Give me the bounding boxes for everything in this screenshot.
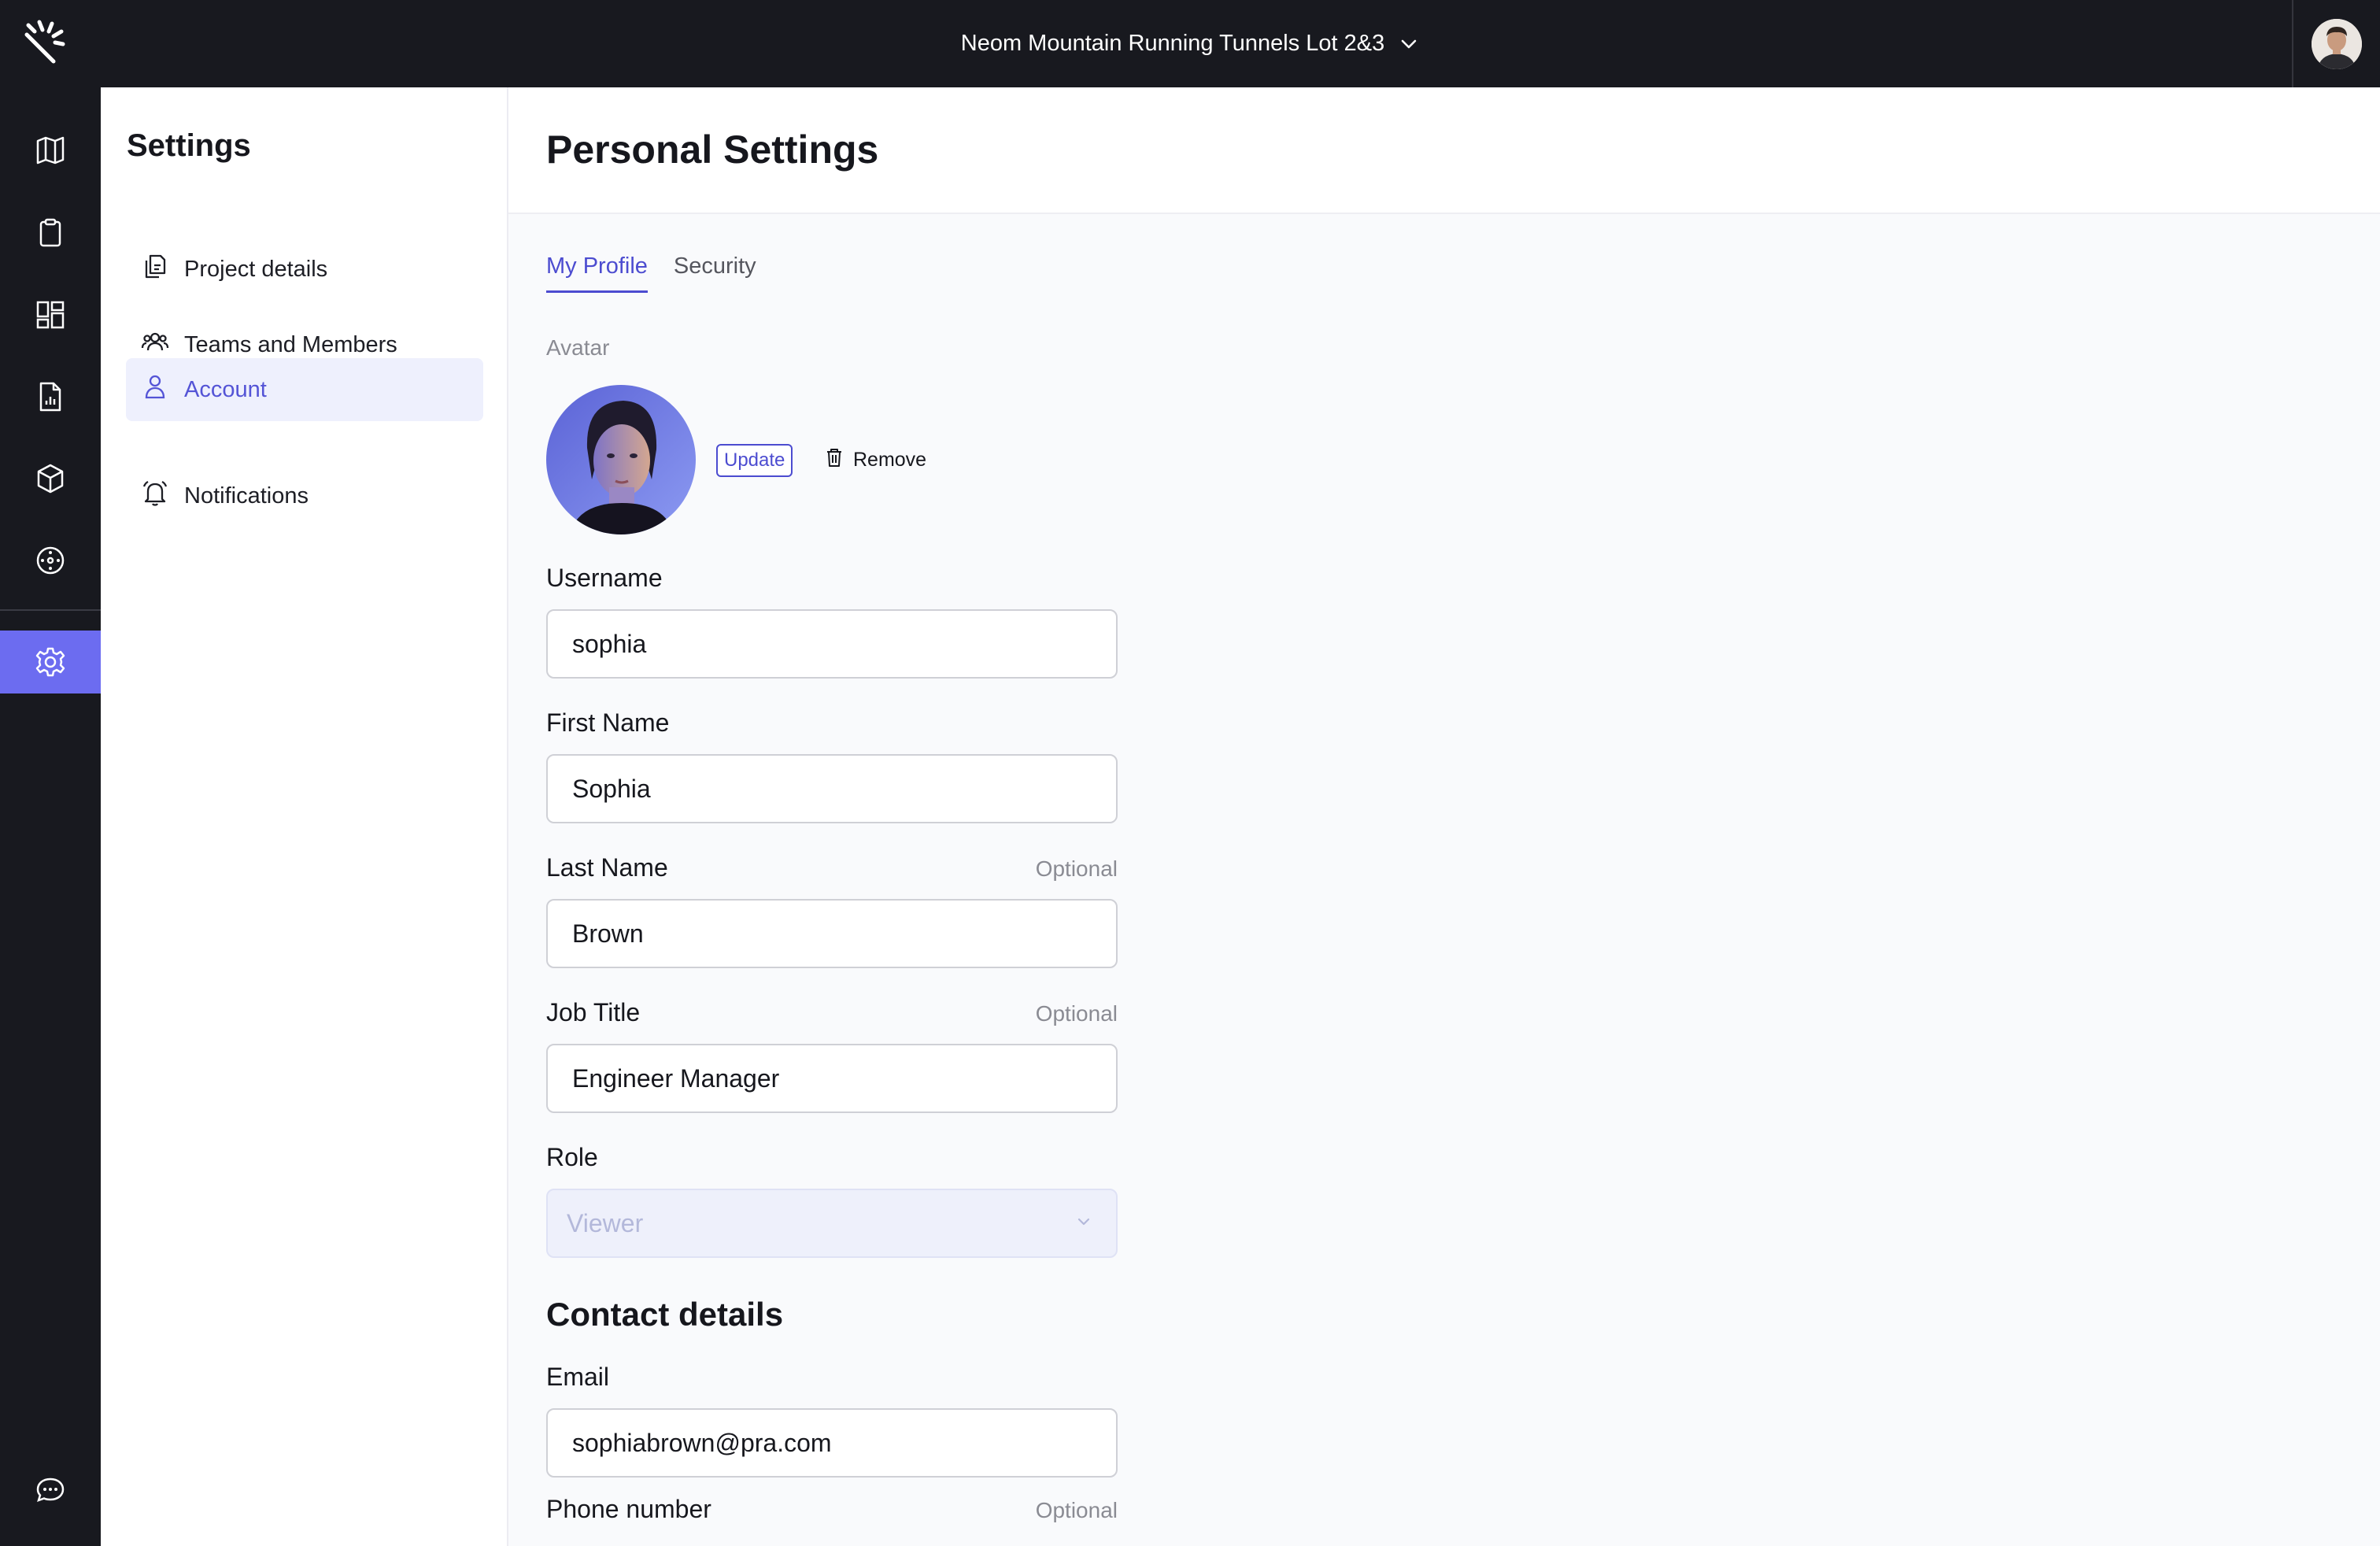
- first-name-field-group: First Name Sophia: [546, 708, 1118, 823]
- settings-title: Settings: [127, 128, 251, 163]
- tab-my-profile[interactable]: My Profile: [546, 253, 648, 293]
- target-icon[interactable]: [0, 529, 101, 592]
- role-label: Role: [546, 1143, 598, 1171]
- sidebar-item-account[interactable]: Account: [126, 358, 483, 421]
- first-name-input[interactable]: Sophia: [546, 754, 1118, 823]
- trash-icon: [823, 446, 845, 474]
- last-name-field-group: Last Name Optional Brown: [546, 853, 1118, 968]
- profile-tabs: My Profile Security: [546, 253, 756, 293]
- job-title-input[interactable]: Engineer Manager: [546, 1044, 1118, 1113]
- optional-hint: Optional: [1035, 1498, 1118, 1522]
- rail-divider: [0, 609, 101, 611]
- page-header: Personal Settings: [508, 87, 2380, 214]
- username-label: Username: [546, 564, 663, 592]
- user-menu[interactable]: [2292, 0, 2380, 87]
- settings-sidebar: Settings Project details Teams and Membe…: [101, 87, 508, 1546]
- gear-icon[interactable]: [0, 631, 101, 693]
- job-title-label: Job Title: [546, 998, 641, 1026]
- sidebar-item-notifications[interactable]: Notifications: [126, 464, 483, 527]
- project-switcher: Neom Mountain Running Tunnels Lot 2&3: [0, 0, 2380, 87]
- chevron-down-icon: [1074, 1209, 1094, 1238]
- chat-icon[interactable]: [0, 1459, 101, 1522]
- optional-hint: Optional: [1035, 856, 1118, 881]
- last-name-input[interactable]: Brown: [546, 899, 1118, 968]
- sidebar-item-label: Account: [184, 376, 267, 402]
- project-name[interactable]: Neom Mountain Running Tunnels Lot 2&3: [961, 31, 1384, 57]
- sidebar-item-label: Project details: [184, 256, 328, 282]
- role-select[interactable]: Viewer: [546, 1189, 1118, 1258]
- sparkle-logo-icon[interactable]: [22, 19, 69, 66]
- phone-label: Phone number: [546, 1495, 711, 1523]
- page-title: Personal Settings: [546, 128, 879, 172]
- profile-content: My Profile Security Avatar Update Remove…: [508, 214, 2380, 1546]
- sidebar-item-label: Notifications: [184, 483, 309, 509]
- user-avatar[interactable]: [2312, 18, 2362, 69]
- username-input[interactable]: sophia: [546, 609, 1118, 679]
- email-input[interactable]: sophiabrown@pra.com: [546, 1408, 1118, 1478]
- first-name-label: First Name: [546, 708, 670, 737]
- left-rail: [0, 87, 101, 1546]
- job-title-field-group: Job Title Optional Engineer Manager: [546, 998, 1118, 1113]
- person-icon: [140, 372, 170, 408]
- email-field-group: Email sophiabrown@pra.com: [546, 1363, 1118, 1478]
- remove-label: Remove: [853, 448, 927, 471]
- email-label: Email: [546, 1363, 610, 1391]
- clipboard-icon[interactable]: [0, 202, 101, 264]
- chevron-down-icon[interactable]: [1399, 34, 1419, 54]
- username-field-group: Username sophia: [546, 564, 1118, 679]
- cube-icon[interactable]: [0, 447, 101, 510]
- role-selected-value: Viewer: [567, 1208, 644, 1237]
- optional-hint: Optional: [1035, 1001, 1118, 1026]
- contact-details-title: Contact details: [546, 1296, 784, 1333]
- bell-icon: [140, 478, 170, 514]
- last-name-label: Last Name: [546, 853, 668, 882]
- tab-security[interactable]: Security: [674, 253, 756, 293]
- remove-avatar-button[interactable]: Remove: [823, 444, 926, 475]
- sidebar-item-project-details[interactable]: Project details: [126, 238, 483, 301]
- avatar-label: Avatar: [546, 335, 610, 360]
- role-field-group: Role Viewer: [546, 1143, 1118, 1258]
- update-avatar-button[interactable]: Update: [716, 444, 793, 477]
- top-bar: Neom Mountain Running Tunnels Lot 2&3: [0, 0, 2380, 87]
- sidebar-item-label: Teams and Members: [184, 331, 397, 357]
- report-file-icon[interactable]: [0, 365, 101, 428]
- map-icon[interactable]: [0, 119, 101, 182]
- phone-field-group: Phone number Optional: [546, 1495, 1118, 1525]
- profile-avatar: [546, 385, 696, 534]
- dashboard-icon[interactable]: [0, 283, 101, 346]
- documents-icon: [140, 251, 170, 287]
